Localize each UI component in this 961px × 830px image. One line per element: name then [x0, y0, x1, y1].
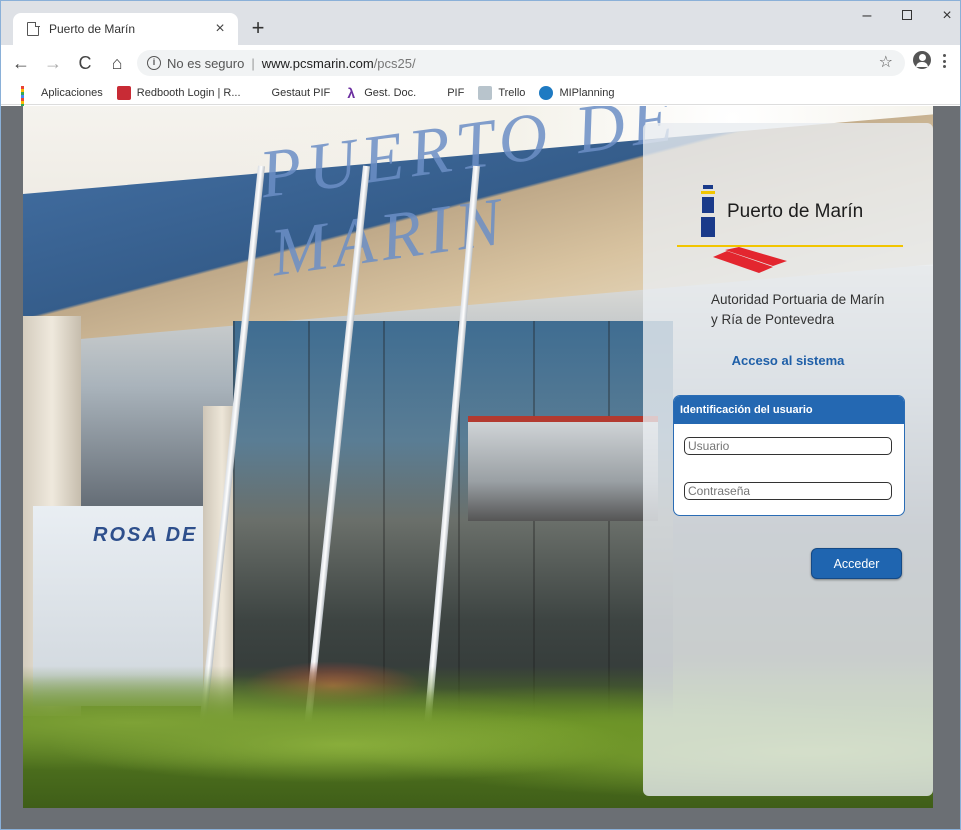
page-content: PUERTO DE MARIN ROSA DE L Puerto de Marí…: [1, 106, 960, 829]
page-icon: [27, 21, 40, 36]
bookmark-trello[interactable]: Trello: [478, 85, 526, 100]
authority-line-1: Autoridad Portuaria de Marín: [711, 292, 885, 307]
bookmark-label: Gest. Doc.: [364, 86, 417, 99]
close-tab-icon[interactable]: ×: [212, 21, 228, 37]
browser-window: Puerto de Marín × + – × ← → C ⌂ i No es …: [0, 0, 961, 830]
redbooth-icon: [116, 85, 131, 100]
apps-grid-icon: [21, 85, 35, 113]
miplanning-icon: [539, 85, 554, 100]
photo-truck-reflection: [468, 416, 658, 521]
url-path: /pcs25/: [373, 55, 416, 71]
tab-title: Puerto de Marín: [49, 22, 136, 36]
bookmark-gest-doc[interactable]: λ Gest. Doc.: [344, 86, 416, 100]
address-bar[interactable]: i No es seguro | www.pcsmarin.com/pcs25/…: [137, 50, 905, 76]
maximize-button[interactable]: [887, 7, 927, 25]
home-button[interactable]: ⌂: [105, 51, 129, 75]
bookmarks-bar: Aplicaciones Redbooth Login | R... Gesta…: [1, 81, 960, 204]
puerto-marin-logo: Puerto de Marín: [677, 185, 903, 285]
bookmark-label: Aplicaciones: [41, 86, 103, 99]
minimize-button[interactable]: –: [847, 7, 887, 25]
user-identification-box: Identificación del usuario: [673, 395, 905, 516]
browser-toolbar: ← → C ⌂ i No es seguro | www.pcsmarin.co…: [1, 45, 960, 81]
tab-strip: Puerto de Marín × + – ×: [1, 1, 960, 45]
back-button[interactable]: ←: [9, 51, 33, 75]
close-window-button[interactable]: ×: [927, 7, 960, 25]
reload-button[interactable]: C: [73, 51, 97, 75]
identification-header: Identificación del usuario: [674, 396, 904, 424]
bookmark-label: Trello: [498, 86, 526, 99]
bookmark-pif[interactable]: PIF: [430, 86, 465, 204]
url-host: www.pcsmarin.com: [261, 55, 374, 71]
bookmark-label: Gestaut PIF: [271, 86, 331, 99]
bookmark-gestaut-pif[interactable]: Gestaut PIF: [254, 86, 331, 204]
tab-puerto-de-marin[interactable]: Puerto de Marín ×: [13, 13, 238, 45]
new-tab-button[interactable]: +: [246, 17, 270, 41]
bookmark-redbooth[interactable]: Redbooth Login | R...: [116, 85, 241, 100]
security-status[interactable]: No es seguro: [167, 56, 244, 71]
bookmark-label: PIF: [447, 86, 465, 99]
authority-name: Autoridad Portuaria de Marín y Ría de Po…: [711, 290, 884, 330]
bookmark-star-icon[interactable]: ☆: [879, 52, 893, 72]
bookmark-miplanning[interactable]: MIPlanning: [539, 85, 615, 100]
profile-icon[interactable]: [913, 51, 931, 69]
bookmark-aplicaciones[interactable]: Aplicaciones: [21, 85, 103, 113]
photo-building-sign: ROSA DE L: [93, 524, 220, 546]
more-menu-icon[interactable]: [941, 52, 947, 70]
maximize-icon: [902, 10, 912, 20]
login-panel: Puerto de Marín Autoridad Portuaria de M…: [643, 123, 933, 796]
forward-button[interactable]: →: [41, 51, 65, 75]
address-separator: |: [251, 55, 255, 71]
access-title: Acceso al sistema: [731, 353, 845, 368]
password-input[interactable]: [684, 482, 892, 500]
trello-icon: [478, 85, 493, 100]
brand-name: Puerto de Marín: [727, 201, 864, 222]
logo-wave-icon: [713, 247, 787, 273]
lighthouse-icon: [701, 185, 715, 247]
bookmark-label: Redbooth Login | R...: [136, 86, 241, 99]
bookmark-label: MIPlanning: [559, 86, 615, 99]
info-icon[interactable]: i: [147, 56, 161, 70]
username-input[interactable]: [684, 437, 892, 455]
authority-line-2: y Ría de Pontevedra: [711, 312, 835, 327]
login-button[interactable]: Acceder: [811, 548, 902, 579]
lambda-icon: λ: [347, 84, 356, 101]
